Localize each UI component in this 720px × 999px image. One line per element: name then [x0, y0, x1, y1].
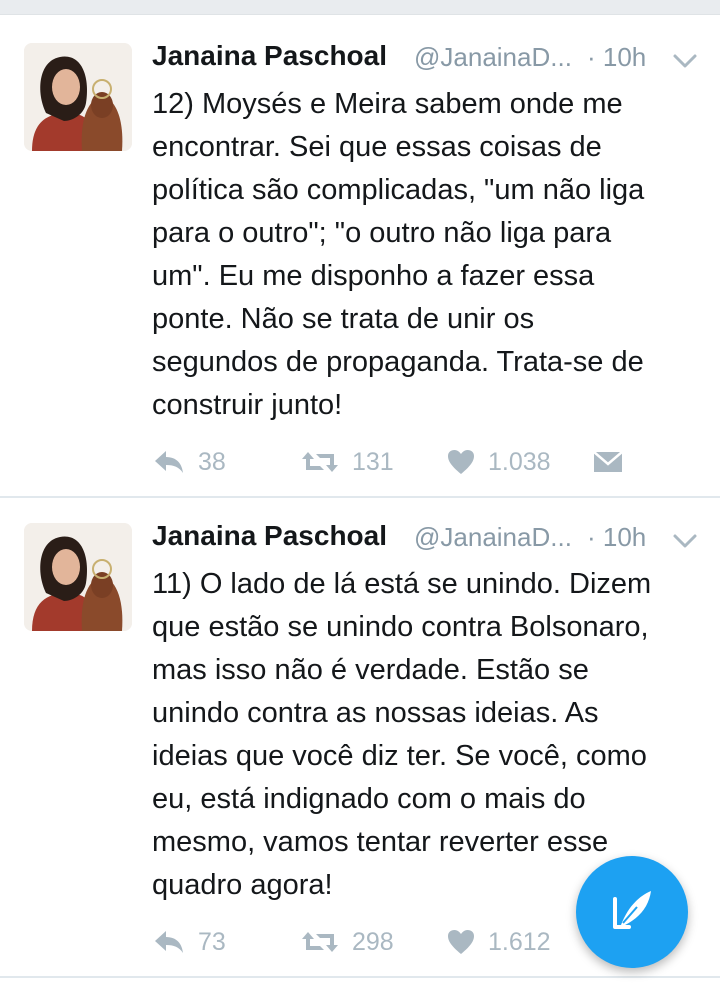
- direct-message-button[interactable]: [592, 442, 636, 482]
- retweet-count: 298: [352, 927, 394, 956]
- retweet-icon: [300, 928, 352, 956]
- compose-tweet-button[interactable]: [576, 856, 688, 968]
- avatar[interactable]: [24, 43, 132, 151]
- retweet-count: 131: [352, 447, 394, 476]
- reply-button[interactable]: 38: [152, 442, 226, 482]
- author-name[interactable]: Janaina Paschoal: [152, 520, 387, 552]
- retweet-icon: [300, 448, 352, 476]
- retweet-button[interactable]: 298: [300, 922, 394, 962]
- chevron-down-icon[interactable]: [671, 530, 699, 552]
- tweet-text: 11) O lado de lá está se unindo. Dizem q…: [152, 568, 652, 901]
- envelope-icon: [592, 448, 636, 476]
- tweet-actions: 38 131 1.038: [152, 442, 692, 482]
- compose-quill-icon: [607, 885, 657, 940]
- like-count: 1.612: [488, 927, 551, 956]
- heart-icon: [446, 928, 488, 956]
- author-handle[interactable]: @JanainaD...: [414, 522, 572, 553]
- author-name[interactable]: Janaina Paschoal: [152, 40, 387, 72]
- like-button[interactable]: 1.612: [446, 922, 551, 962]
- avatar[interactable]: [24, 523, 132, 631]
- tweet[interactable]: Janaina Paschoal @JanainaD... · 10h 12) …: [0, 16, 720, 498]
- tweet-text: 12) Moysés e Meira sabem onde me encontr…: [152, 88, 645, 421]
- chevron-down-icon[interactable]: [671, 50, 699, 72]
- heart-icon: [446, 448, 488, 476]
- tweet-time: · 10h: [587, 42, 647, 72]
- top-bar: [0, 0, 720, 15]
- like-count: 1.038: [488, 447, 551, 476]
- author-handle[interactable]: @JanainaD...: [414, 42, 572, 73]
- like-button[interactable]: 1.038: [446, 442, 551, 482]
- reply-count: 73: [198, 927, 226, 956]
- reply-count: 38: [198, 447, 226, 476]
- reply-button[interactable]: 73: [152, 922, 226, 962]
- reply-icon: [152, 448, 198, 476]
- retweet-button[interactable]: 131: [300, 442, 394, 482]
- tweet-time: · 10h: [587, 522, 647, 552]
- reply-icon: [152, 928, 198, 956]
